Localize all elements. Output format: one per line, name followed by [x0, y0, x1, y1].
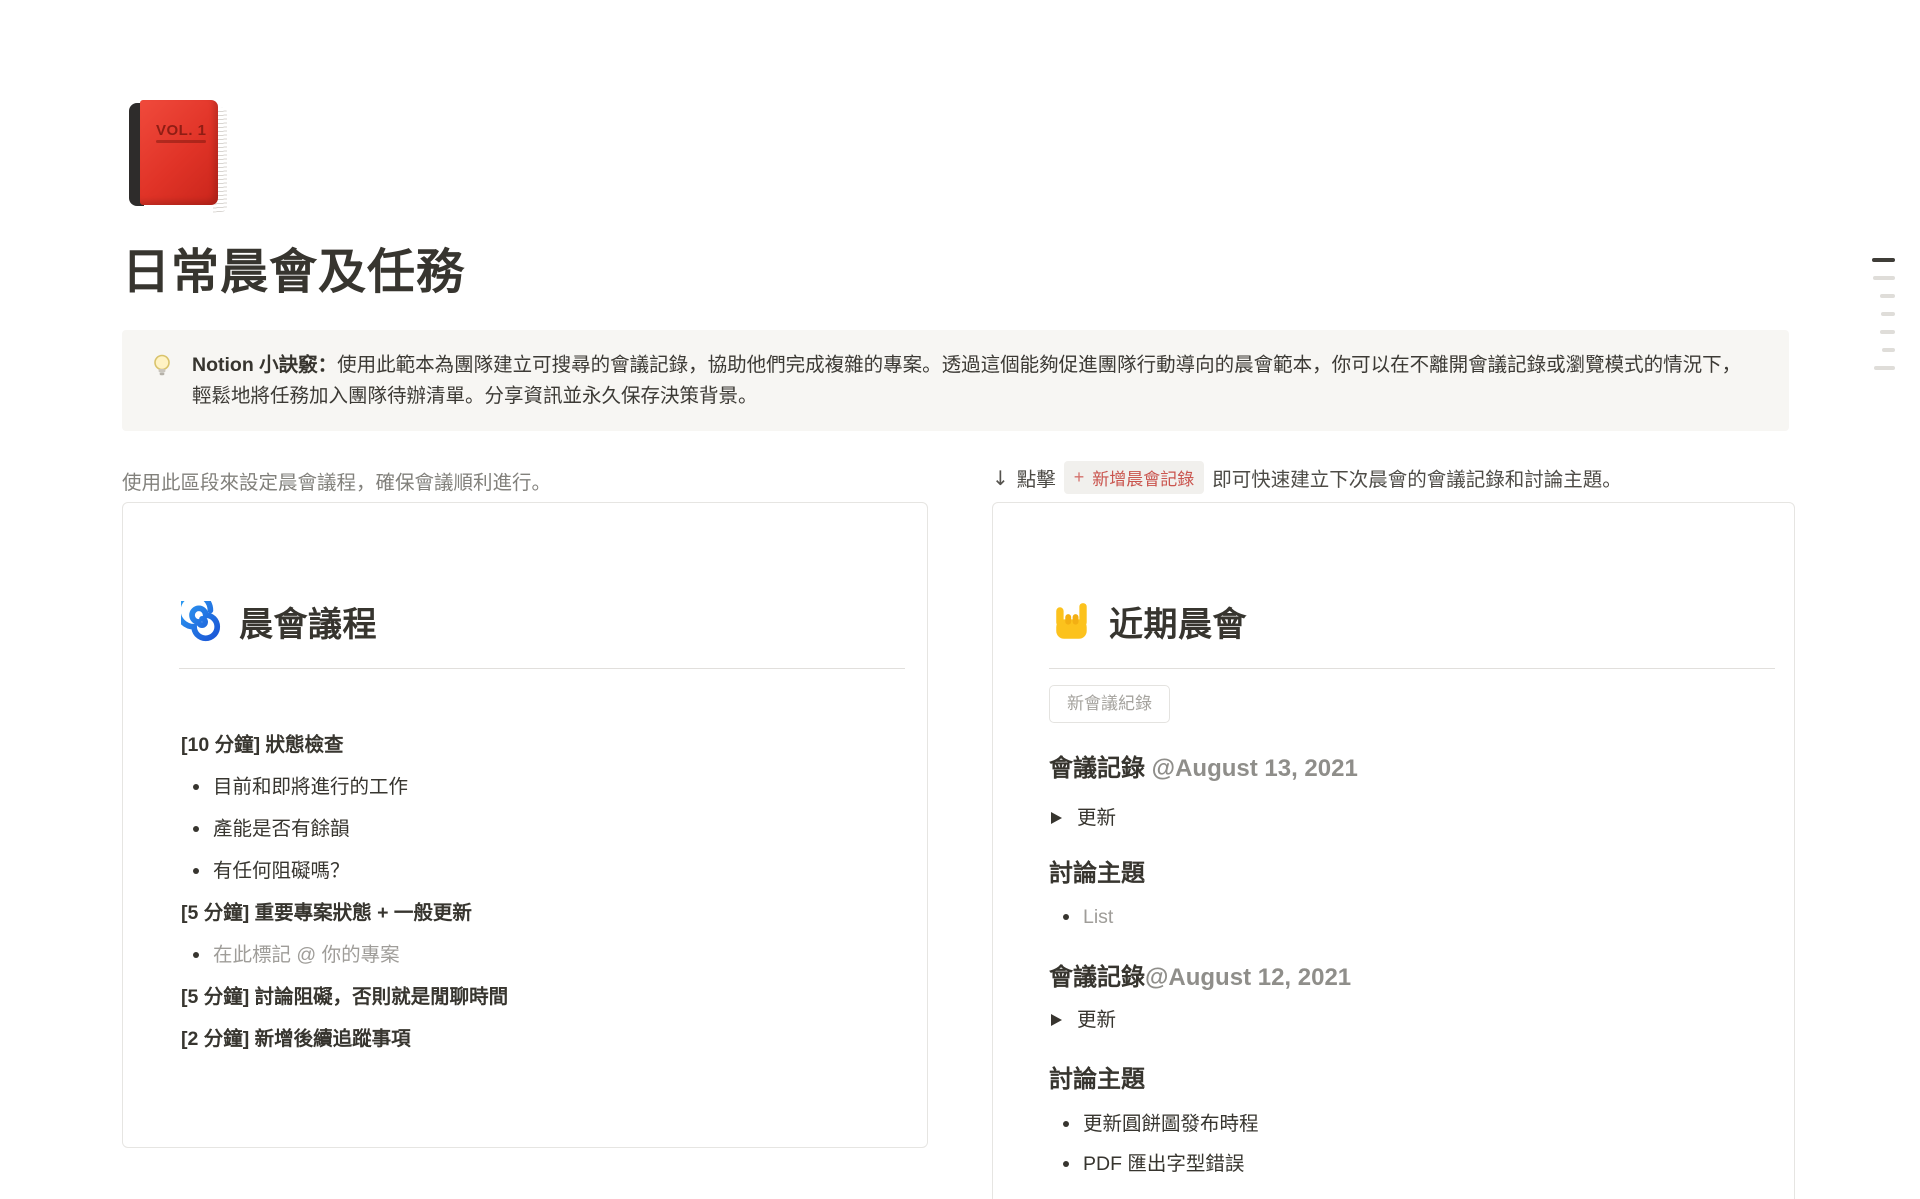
agenda-item: [5 分鐘] 重要專案狀態 + 一般更新 — [181, 900, 899, 926]
tip-callout: Notion 小訣竅：使用此範本為團隊建立可搜尋的會議記錄，協助他們完成複雜的專… — [122, 330, 1789, 431]
agenda-card-heading: 晨會議程 — [239, 597, 377, 646]
agenda-item: 有任何阻礙嗎？ — [181, 858, 899, 884]
bullet-icon — [1063, 914, 1069, 920]
toc-dash — [1881, 312, 1895, 316]
meeting-title: 會議記錄 @August 13, 2021 — [1049, 754, 1358, 784]
tip-callout-body: 使用此範本為團隊建立可搜尋的會議記錄，協助他們完成複雜的專案。透過這個能夠促進團… — [192, 354, 1741, 407]
agenda-card: 晨會議程 [10 分鐘] 狀態檢查 目前和即將進行的工作 產能是否有餘韻 有任何… — [122, 502, 928, 1148]
tip-callout-bold-prefix: Notion 小訣竅： — [192, 354, 337, 376]
notion-page: VOL. 1 日常晨會及任務 Notion 小訣竅：使用此範本為團隊建立可搜尋的… — [0, 0, 1920, 1199]
agenda-item: 在此標記 @ 你的專案 — [181, 942, 899, 968]
bullet-icon — [193, 952, 199, 958]
agenda-item: [10 分鐘] 狀態檢查 — [181, 732, 899, 758]
meeting-title: 會議記錄@August 12, 2021 — [1049, 963, 1351, 993]
new-meeting-record-button[interactable]: 新會議紀錄 — [1049, 685, 1170, 723]
topic-item: PDF 匯出字型錯誤 — [1063, 1151, 1244, 1177]
divider — [1049, 668, 1775, 669]
updates-toggle[interactable]: 更新 — [1051, 1007, 1116, 1033]
light-bulb-icon — [150, 353, 174, 379]
cyclone-icon — [181, 601, 223, 643]
toc-dash — [1873, 276, 1895, 280]
topic-item: 更新圓餅圖發布時程 — [1063, 1111, 1259, 1137]
right-column-intro: ↓ 點擊 + 新增晨會記錄 即可快速建立下次晨會的會議記錄和討論主題。 — [992, 461, 1622, 494]
bullet-icon — [193, 826, 199, 832]
plus-icon: + — [1074, 467, 1085, 488]
left-column-intro: 使用此區段來設定晨會議程，確保會議順利進行。 — [122, 466, 551, 495]
right-intro-suffix: 即可快速建立下次晨會的會議記錄和討論主題。 — [1212, 463, 1622, 492]
agenda-card-header: 晨會議程 — [181, 597, 377, 646]
divider — [179, 668, 905, 669]
new-meeting-badge-label: 新增晨會記錄 — [1092, 465, 1194, 490]
recent-meetings-heading: 近期晨會 — [1109, 597, 1247, 646]
recent-meetings-card: 近期晨會 新會議紀錄 會議記錄 @August 13, 2021 更新 討論主題… — [992, 502, 1795, 1199]
book-cover: VOL. 1 — [140, 100, 218, 205]
toc-dash — [1880, 330, 1895, 334]
table-of-contents-indicator[interactable] — [1871, 258, 1895, 384]
bullet-icon — [193, 784, 199, 790]
topics-heading: 討論主題 — [1049, 1065, 1145, 1095]
toc-dash — [1872, 258, 1895, 262]
toggle-triangle-icon — [1051, 812, 1062, 824]
toc-dash — [1880, 294, 1895, 298]
topic-item: List — [1063, 904, 1113, 930]
agenda-item: 目前和即將進行的工作 — [181, 774, 899, 800]
bullet-icon — [1063, 1121, 1069, 1127]
bullet-icon — [193, 868, 199, 874]
page-icon-book[interactable]: VOL. 1 — [129, 100, 227, 214]
agenda-item: 產能是否有餘韻 — [181, 816, 899, 842]
meeting-date-mention: @August 13, 2021 — [1145, 755, 1358, 782]
new-meeting-badge: + 新增晨會記錄 — [1064, 461, 1205, 494]
sign-of-horns-icon — [1051, 601, 1093, 643]
agenda-list: [10 分鐘] 狀態檢查 目前和即將進行的工作 產能是否有餘韻 有任何阻礙嗎？ … — [181, 732, 899, 1068]
toc-dash — [1882, 348, 1895, 352]
tip-callout-text: Notion 小訣竅：使用此範本為團隊建立可搜尋的會議記錄，協助他們完成複雜的專… — [192, 350, 1749, 411]
topics-heading: 討論主題 — [1049, 859, 1145, 889]
agenda-item: [5 分鐘] 討論阻礙，否則就是閒聊時間 — [181, 984, 899, 1010]
updates-toggle[interactable]: 更新 — [1051, 805, 1116, 831]
book-cover-label: VOL. 1 — [156, 122, 207, 139]
agenda-item: [2 分鐘] 新增後續追蹤事項 — [181, 1026, 899, 1052]
right-intro-prefix: 點擊 — [1017, 463, 1056, 492]
book-cover-subline — [156, 140, 206, 143]
toggle-triangle-icon — [1051, 1014, 1062, 1026]
toc-dash — [1874, 366, 1895, 370]
bullet-icon — [1063, 1161, 1069, 1167]
page-title: 日常晨會及任務 — [122, 244, 465, 302]
meeting-date-mention: @August 12, 2021 — [1145, 964, 1351, 991]
recent-meetings-header: 近期晨會 — [1051, 597, 1247, 646]
down-arrow-icon: ↓ — [992, 466, 1009, 490]
